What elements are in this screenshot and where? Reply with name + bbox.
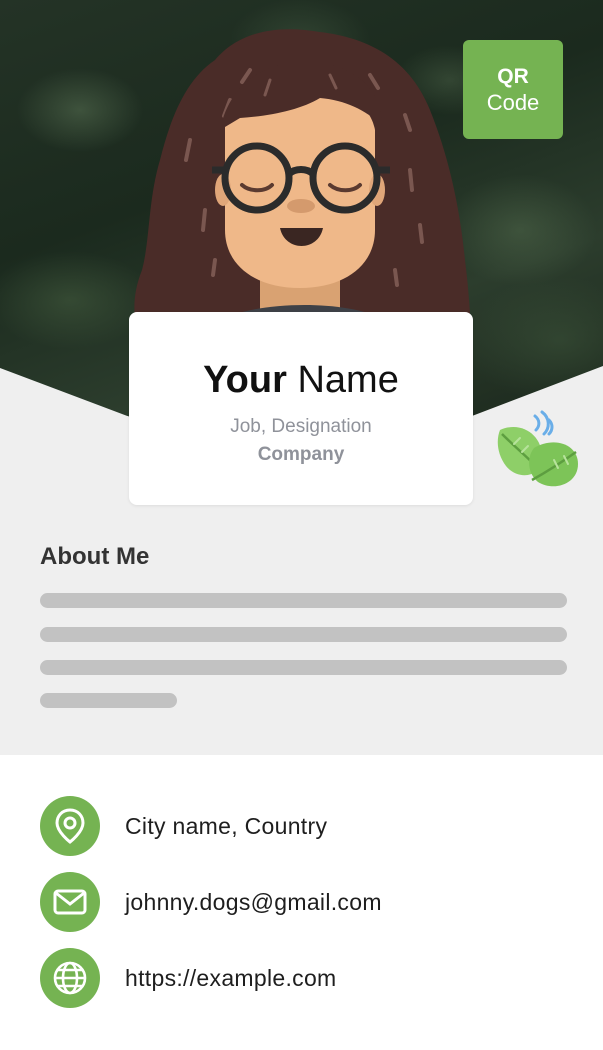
about-text-placeholder-line	[40, 693, 177, 708]
contact-email-row[interactable]: johnny.dogs@gmail.com	[40, 872, 382, 932]
company-name: Company	[257, 444, 345, 465]
globe-icon	[40, 948, 100, 1008]
about-text-placeholder-line	[40, 627, 567, 642]
first-name: Your	[203, 359, 287, 401]
last-name: Name	[297, 359, 399, 401]
qr-button-label-bottom: Code	[486, 89, 540, 115]
avatar-illustration	[134, 29, 472, 340]
about-text-placeholder-line	[40, 660, 567, 675]
profile-name: Your Name	[129, 358, 473, 402]
job-designation: Job, Designation	[230, 416, 372, 437]
contact-website-row[interactable]: https://example.com	[40, 948, 337, 1008]
about-me-heading: About Me	[40, 543, 150, 570]
contact-location-text: City name, Country	[125, 812, 328, 839]
location-pin-icon	[40, 796, 100, 856]
contact-email-text: johnny.dogs@gmail.com	[125, 888, 382, 915]
qr-button-label-top: QR	[497, 64, 529, 88]
mail-icon	[40, 872, 100, 932]
leaves-icon	[497, 410, 578, 487]
contact-location-row[interactable]: City name, Country	[40, 796, 327, 856]
qr-code-button[interactable]: QR Code	[463, 40, 563, 139]
about-text-placeholder-line	[40, 593, 567, 608]
contact-website-text: https://example.com	[125, 964, 337, 991]
name-card: Your Name Job, Designation Company	[129, 312, 473, 505]
business-card: QR Code Your Name Job, Designation Compa…	[0, 0, 603, 1050]
